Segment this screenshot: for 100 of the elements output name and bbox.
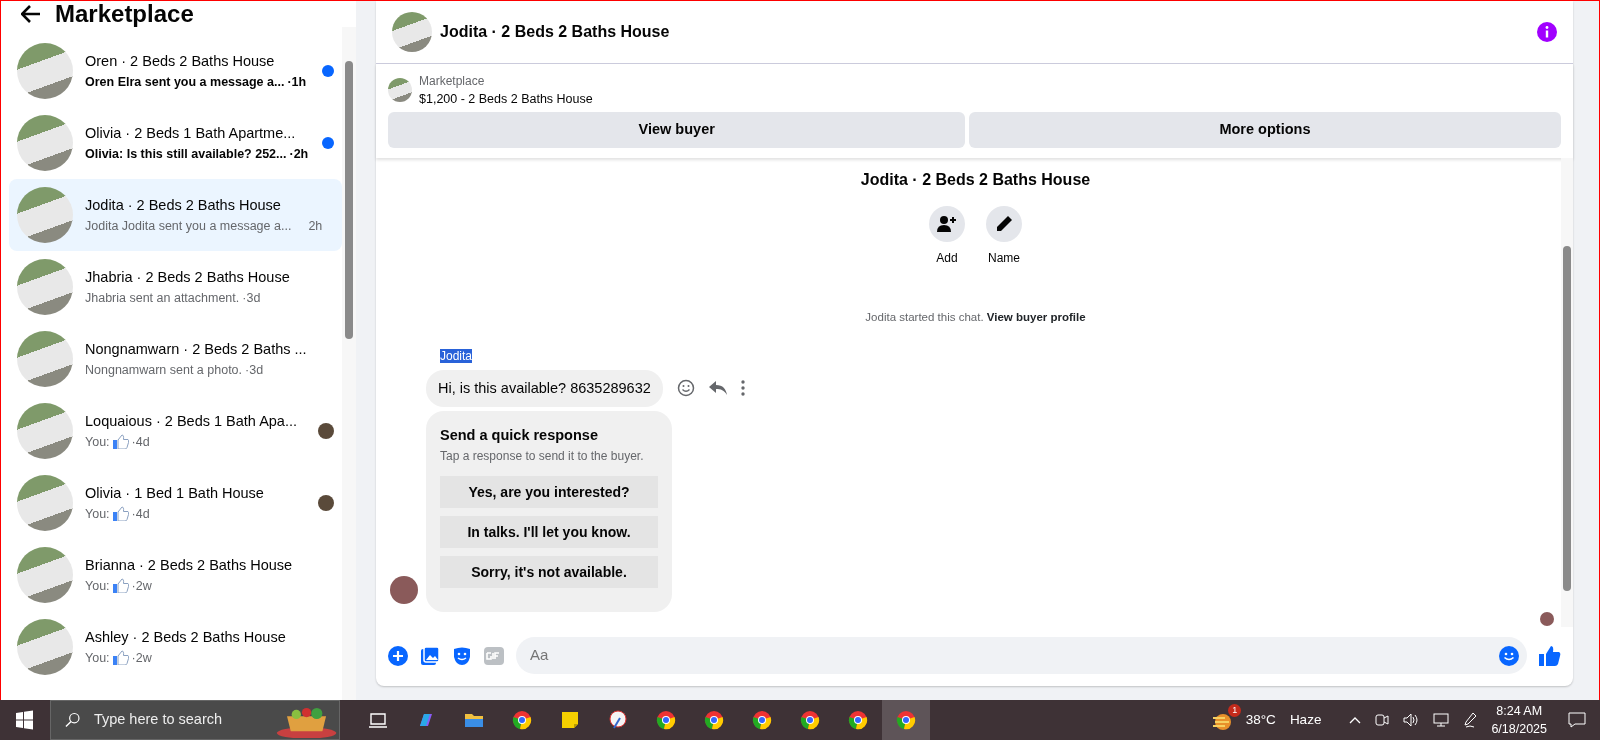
task-view-icon — [368, 710, 388, 730]
emoji-icon[interactable] — [1499, 645, 1519, 666]
sticker-icon[interactable] — [452, 645, 472, 666]
search-field[interactable]: Type here to search — [91, 708, 262, 732]
quick-reply-button[interactable]: Sorry, it's not available. — [440, 556, 658, 588]
conversation-title: Oren · 2 Beds 2 Baths House — [85, 51, 276, 71]
timestamp: ·3d — [245, 361, 264, 379]
back-arrow-icon[interactable] — [21, 5, 41, 23]
action-button[interactable]: View buyer — [388, 112, 966, 149]
reply-icon[interactable] — [708, 380, 727, 397]
pen-icon[interactable] — [1463, 712, 1478, 728]
taskbar-search-box[interactable]: Type here to search — [50, 700, 340, 740]
conversation-item[interactable]: Jodita · 2 Beds 2 Baths House Jodita Jodita sent you a message a... 2h — [9, 179, 342, 251]
timestamp: ·2h — [289, 145, 309, 163]
timestamp: ·4d — [131, 433, 150, 451]
message-preview: Nongnamwarn sent a photo. — [85, 361, 243, 379]
conversation-title: Loquaious · 2 Beds 1 Bath Apa... — [85, 411, 298, 431]
clock-time[interactable]: 8:24 AM — [1491, 702, 1547, 720]
photo-placeholder — [392, 12, 432, 52]
profile-action-button[interactable] — [929, 206, 965, 243]
message-bubble: Hi, is this available? 8635289632 — [426, 369, 663, 408]
conversation-item[interactable]: Oren · 2 Beds 2 Baths House Oren Elra sent you a message a... ·1h — [9, 35, 342, 107]
more-icon[interactable] — [740, 380, 745, 397]
camera-icon[interactable] — [1375, 712, 1390, 728]
timestamp: ·1h — [287, 73, 307, 91]
photo-placeholder — [17, 331, 73, 387]
sticky-note-icon — [560, 710, 580, 730]
listing-label: Marketplace — [419, 73, 486, 90]
quick-reply-button[interactable]: Yes, are you interested? — [440, 476, 658, 508]
info-icon[interactable] — [1537, 22, 1557, 42]
conversation-title: Brianna · 2 Beds 2 Baths House — [85, 555, 294, 575]
profile-action-button[interactable] — [986, 206, 1022, 243]
conversation-item[interactable]: Loquaious · 2 Beds 1 Bath Apa... You: ·4d — [9, 395, 342, 467]
photo-placeholder — [17, 259, 73, 315]
message-preview: Jhabria sent an attachment. — [85, 289, 240, 307]
photo-placeholder — [388, 78, 412, 103]
network-icon[interactable] — [1433, 713, 1450, 727]
clock-date[interactable]: 6/18/2025 — [1491, 720, 1547, 738]
message-preview: Oren Elra sent you a message a... — [85, 73, 285, 91]
timestamp: ·4d — [131, 505, 150, 523]
conversation-title: Ashley · 2 Beds 2 Baths House — [85, 627, 287, 647]
avatar — [390, 576, 418, 604]
conversation-item[interactable]: Nongnamwarn · 2 Beds 2 Baths ... Nongnamwarn sent a photo. ·3d — [9, 323, 342, 395]
weather-condition: Haze — [1289, 710, 1322, 729]
browser-icon — [896, 710, 916, 730]
browser-icon — [800, 710, 820, 730]
emoji-icon[interactable] — [676, 379, 695, 398]
message-input[interactable]: Aa — [528, 643, 1499, 668]
conversation-item[interactable]: Brianna · 2 Beds 2 Baths House You: ·2w — [9, 539, 342, 611]
thumbs-up-icon[interactable] — [1539, 644, 1561, 667]
notification-badge: 1 — [1228, 703, 1242, 717]
photo-placeholder — [17, 115, 73, 171]
conversation-item[interactable]: Ashley · 2 Beds 2 Baths House You: ·2w — [9, 611, 342, 683]
action-label: Add — [936, 250, 958, 268]
image-icon[interactable] — [420, 645, 440, 666]
conversation-item[interactable]: Olivia · 1 Bed 1 Bath House You: ·4d — [9, 467, 342, 539]
action-button[interactable]: More options — [968, 112, 1561, 149]
conversation-title: Olivia · 1 Bed 1 Bath House — [85, 483, 265, 503]
listing-title[interactable]: $1,200 - 2 Beds 2 Baths House — [419, 90, 593, 109]
conversation-title: Jodita · 2 Beds 2 Baths House — [85, 195, 282, 215]
temperature: 38°C — [1245, 710, 1276, 729]
message-preview: You: — [85, 505, 110, 523]
taskbar-app[interactable] — [882, 700, 930, 740]
chevron-up-icon[interactable] — [1349, 716, 1362, 724]
photo-placeholder — [17, 475, 73, 531]
conversation-title: Nongnamwarn · 2 Beds 2 Baths ... — [85, 339, 308, 359]
add-person-icon — [937, 215, 957, 234]
conversation-title: Olivia · 2 Beds 1 Bath Apartme... — [85, 123, 297, 143]
scrollbar[interactable] — [1561, 158, 1573, 627]
message-preview: Jodita Jodita sent you a message a... — [85, 217, 292, 235]
paint-icon — [608, 710, 628, 730]
photo-placeholder — [17, 187, 73, 243]
profile-link[interactable]: View buyer profile — [986, 311, 1086, 324]
message-field[interactable]: Aa — [516, 637, 1527, 674]
conversation-item[interactable]: Jhabria · 2 Beds 2 Baths House Jhabria sent an attachment. ·3d — [9, 251, 342, 323]
timestamp: ·3d — [242, 289, 261, 307]
photo-placeholder — [17, 619, 73, 675]
timestamp: ·2w — [131, 649, 152, 667]
browser-icon — [512, 710, 532, 730]
browser-icon — [704, 710, 724, 730]
card-subtitle: Tap a response to send it to the buyer. — [440, 447, 645, 465]
browser-icon — [848, 710, 868, 730]
search-icon — [65, 712, 80, 728]
scrollbar[interactable] — [342, 27, 356, 700]
sender-name: Jodita — [440, 348, 473, 363]
profile-name: Jodita · 2 Beds 2 Baths House — [859, 170, 1092, 191]
speaker-icon[interactable] — [1403, 713, 1420, 727]
notifications-icon[interactable] — [1568, 712, 1586, 728]
page-title: Marketplace — [55, 1, 194, 27]
message-preview: You: — [85, 649, 110, 667]
message-preview: You: — [85, 433, 110, 451]
conversation-item[interactable]: Olivia · 2 Beds 1 Bath Apartme... Olivia: Is this still available? 252... ·2h — [9, 107, 342, 179]
browser-icon — [656, 710, 676, 730]
photo-placeholder — [17, 547, 73, 603]
pencil-icon — [995, 215, 1013, 234]
chat-title: Jodita · 2 Beds 2 Baths House — [440, 22, 671, 42]
action-label: Name — [988, 250, 1020, 268]
photo-placeholder — [17, 403, 73, 459]
plus-icon[interactable] — [388, 645, 408, 666]
quick-reply-button[interactable]: In talks. I'll let you know. — [440, 516, 658, 548]
